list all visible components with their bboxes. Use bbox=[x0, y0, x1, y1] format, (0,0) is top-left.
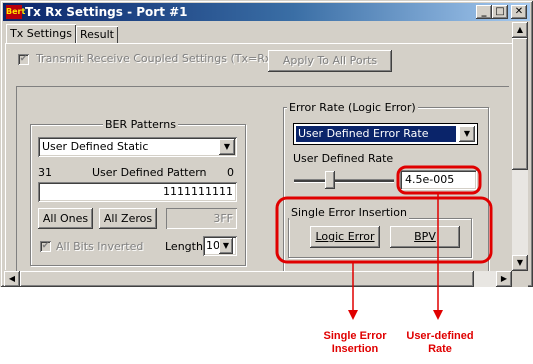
annotation-right-line1: User-defined bbox=[406, 330, 474, 342]
annotation-right-line2: Rate bbox=[428, 343, 452, 355]
single-error-highlight bbox=[275, 196, 493, 264]
single-error-insertion-annotation: Single Error Insertion bbox=[310, 330, 400, 356]
annotation-overlay bbox=[275, 165, 493, 320]
annotation-left-line2: Insertion bbox=[331, 343, 379, 355]
annotation-left-line1: Single Error bbox=[323, 330, 387, 342]
rate-highlight bbox=[396, 165, 482, 195]
user-defined-rate-annotation: User-defined Rate bbox=[395, 330, 485, 356]
right-arrow-head bbox=[433, 310, 443, 320]
left-arrow-head bbox=[348, 310, 358, 320]
